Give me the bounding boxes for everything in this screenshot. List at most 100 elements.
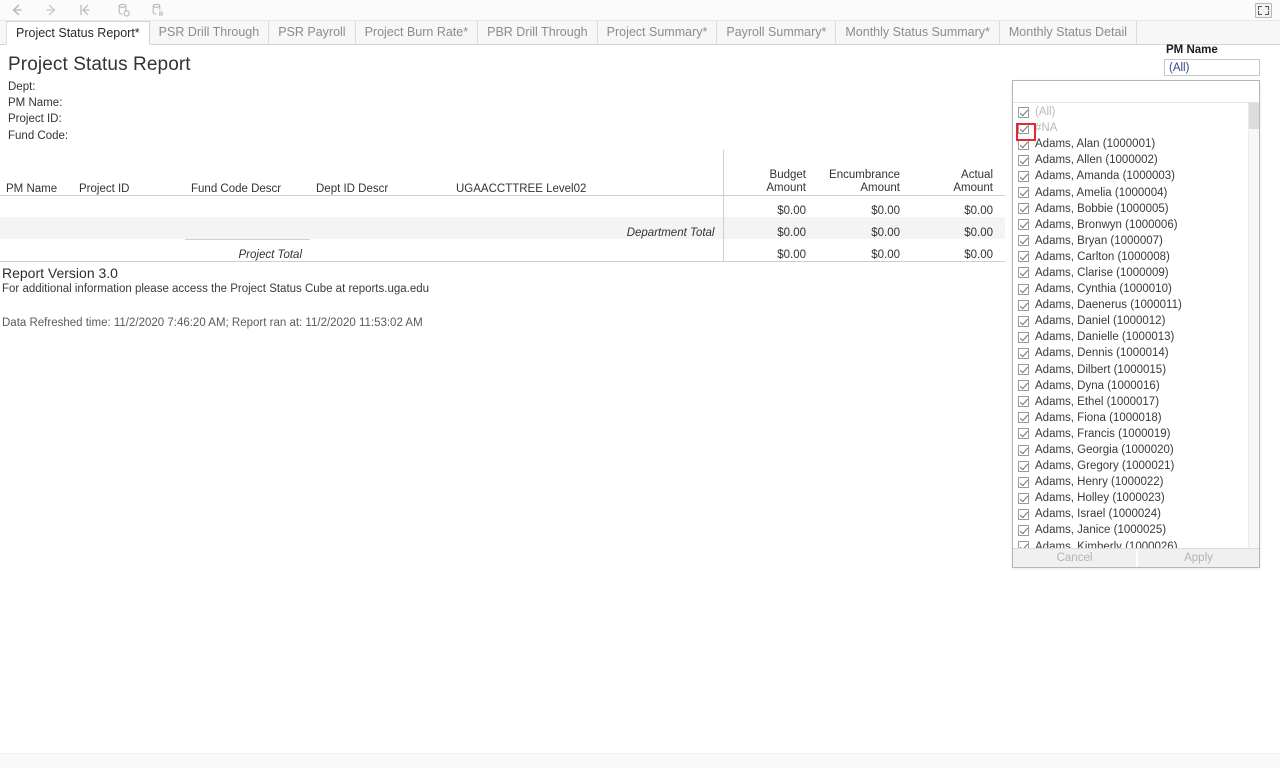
checkbox-icon[interactable] xyxy=(1018,235,1029,247)
column-header-project-id: Project ID xyxy=(73,150,185,196)
tab-project-status-report[interactable]: Project Status Report* xyxy=(6,21,150,45)
list-item[interactable]: Adams, Clarise (1000009) xyxy=(1013,265,1248,281)
checkbox-icon[interactable] xyxy=(1018,428,1029,440)
row-total-label: Project Total xyxy=(185,238,310,261)
list-item[interactable]: Adams, Alan (1000001) xyxy=(1013,136,1248,152)
table-cell-empty xyxy=(0,239,73,261)
checkbox-icon[interactable] xyxy=(1018,122,1029,134)
cancel-button[interactable]: Cancel xyxy=(1013,549,1136,567)
checkbox-icon[interactable] xyxy=(1018,364,1029,376)
cell-budget-amount: $0.00 xyxy=(722,239,818,261)
table-row[interactable]: $0.00 $0.00 $0.00 xyxy=(0,195,1005,217)
pm-name-search-input[interactable] xyxy=(1013,81,1259,103)
checkbox-icon[interactable] xyxy=(1018,219,1029,231)
column-header-line1: Budget xyxy=(769,168,806,181)
table-body: $0.00 $0.00 $0.00 Department Total $0.00 $0.0… xyxy=(0,195,1005,261)
checkbox-icon[interactable] xyxy=(1018,524,1029,536)
checkbox-icon[interactable] xyxy=(1018,154,1029,166)
table-bottom-rule xyxy=(0,261,1005,262)
list-item-label: #NA xyxy=(1035,122,1058,135)
checkbox-icon[interactable] xyxy=(1018,347,1029,359)
list-item[interactable]: Adams, Bronwyn (1000006) xyxy=(1013,217,1248,233)
list-item[interactable]: Adams, Bryan (1000007) xyxy=(1013,233,1248,249)
pm-name-list-scrollbar[interactable] xyxy=(1248,103,1259,548)
column-header-encumbrance-amount: Encumbrance Amount xyxy=(818,150,912,196)
revert-icon[interactable] xyxy=(68,0,102,21)
fullscreen-icon[interactable] xyxy=(1248,0,1278,21)
checkbox-icon[interactable] xyxy=(1018,331,1029,343)
list-item[interactable]: (All) xyxy=(1013,104,1248,120)
list-item[interactable]: Adams, Dilbert (1000015) xyxy=(1013,362,1248,378)
checkbox-icon[interactable] xyxy=(1018,460,1029,472)
tab-project-summary[interactable]: Project Summary* xyxy=(598,21,718,44)
list-item[interactable]: Adams, Allen (1000002) xyxy=(1013,152,1248,168)
list-item[interactable]: Adams, Carlton (1000008) xyxy=(1013,249,1248,265)
checkbox-icon[interactable] xyxy=(1018,315,1029,327)
list-item[interactable]: Adams, Francis (1000019) xyxy=(1013,426,1248,442)
tab-psr-payroll[interactable]: PSR Payroll xyxy=(269,21,356,44)
list-item[interactable]: Adams, Danielle (1000013) xyxy=(1013,329,1248,345)
column-header-line2: Amount xyxy=(860,181,900,194)
checkbox-icon[interactable] xyxy=(1018,170,1029,182)
table-cell-empty xyxy=(185,195,310,217)
list-item[interactable]: Adams, Georgia (1000020) xyxy=(1013,442,1248,458)
table-row[interactable]: Project Total $0.00 $0.00 $0.00 xyxy=(0,238,1005,261)
table-cell-empty xyxy=(450,239,723,261)
tab-project-burn-rate[interactable]: Project Burn Rate* xyxy=(356,21,479,44)
checkbox-icon[interactable] xyxy=(1018,444,1029,456)
checkbox-icon[interactable] xyxy=(1018,476,1029,488)
tab-monthly-status-summary[interactable]: Monthly Status Summary* xyxy=(836,21,1000,44)
pm-name-filter-value[interactable]: (All) xyxy=(1164,59,1260,76)
list-item[interactable]: #NA xyxy=(1013,120,1248,136)
tab-monthly-status-detail[interactable]: Monthly Status Detail xyxy=(1000,21,1137,44)
list-item[interactable]: Adams, Amelia (1000004) xyxy=(1013,184,1248,200)
tab-pbr-drill-through[interactable]: PBR Drill Through xyxy=(478,21,598,44)
list-item-label: Adams, Bryan (1000007) xyxy=(1035,234,1163,247)
checkbox-icon[interactable] xyxy=(1018,283,1029,295)
checkbox-icon[interactable] xyxy=(1018,541,1029,548)
list-item[interactable]: Adams, Fiona (1000018) xyxy=(1013,410,1248,426)
list-item[interactable]: Adams, Dennis (1000014) xyxy=(1013,345,1248,361)
checkbox-icon[interactable] xyxy=(1018,106,1029,118)
checkbox-icon[interactable] xyxy=(1018,187,1029,199)
list-item[interactable]: Adams, Henry (1000022) xyxy=(1013,474,1248,490)
apply-button[interactable]: Apply xyxy=(1136,549,1259,567)
tab-payroll-summary[interactable]: Payroll Summary* xyxy=(717,21,837,44)
list-item-label: Adams, Danielle (1000013) xyxy=(1035,331,1175,344)
refresh-icon[interactable] xyxy=(106,0,140,21)
list-item[interactable]: Adams, Ethel (1000017) xyxy=(1013,394,1248,410)
list-item[interactable]: Adams, Cynthia (1000010) xyxy=(1013,281,1248,297)
checkbox-icon[interactable] xyxy=(1018,203,1029,215)
list-item[interactable]: Adams, Kimberly (1000026) xyxy=(1013,539,1248,548)
checkbox-icon[interactable] xyxy=(1018,492,1029,504)
list-item[interactable]: Adams, Gregory (1000021) xyxy=(1013,458,1248,474)
list-item[interactable]: Adams, Holley (1000023) xyxy=(1013,490,1248,506)
forward-icon[interactable] xyxy=(34,0,68,21)
pm-name-option-list[interactable]: (All) #NA Adams, Alan (1000001) Adams, Alle… xyxy=(1013,103,1248,548)
table-cell-empty xyxy=(0,195,73,217)
checkbox-icon[interactable] xyxy=(1018,508,1029,520)
list-item[interactable]: Adams, Daenerus (1000011) xyxy=(1013,297,1248,313)
checkbox-icon[interactable] xyxy=(1018,138,1029,150)
pause-icon[interactable] xyxy=(140,0,174,21)
scrollbar-thumb[interactable] xyxy=(1249,103,1259,129)
list-item[interactable]: Adams, Israel (1000024) xyxy=(1013,506,1248,522)
table-row[interactable]: Department Total $0.00 $0.00 $0.00 xyxy=(0,217,1005,239)
checkbox-icon[interactable] xyxy=(1018,251,1029,263)
checkbox-icon[interactable] xyxy=(1018,299,1029,311)
checkbox-icon[interactable] xyxy=(1018,396,1029,408)
list-item-label: Adams, Carlton (1000008) xyxy=(1035,250,1170,263)
list-item[interactable]: Adams, Bobbie (1000005) xyxy=(1013,201,1248,217)
report-footer: Report Version 3.0 For additional inform… xyxy=(2,265,429,329)
list-item[interactable]: Adams, Daniel (1000012) xyxy=(1013,313,1248,329)
list-item[interactable]: Adams, Dyna (1000016) xyxy=(1013,378,1248,394)
list-item[interactable]: Adams, Janice (1000025) xyxy=(1013,522,1248,538)
list-item[interactable]: Adams, Amanda (1000003) xyxy=(1013,168,1248,184)
list-item-label: Adams, Kimberly (1000026) xyxy=(1035,540,1178,548)
checkbox-icon[interactable] xyxy=(1018,380,1029,392)
table-cell-empty xyxy=(0,217,73,239)
checkbox-icon[interactable] xyxy=(1018,412,1029,424)
back-icon[interactable] xyxy=(0,0,34,21)
tab-psr-drill-through[interactable]: PSR Drill Through xyxy=(150,21,270,44)
checkbox-icon[interactable] xyxy=(1018,267,1029,279)
